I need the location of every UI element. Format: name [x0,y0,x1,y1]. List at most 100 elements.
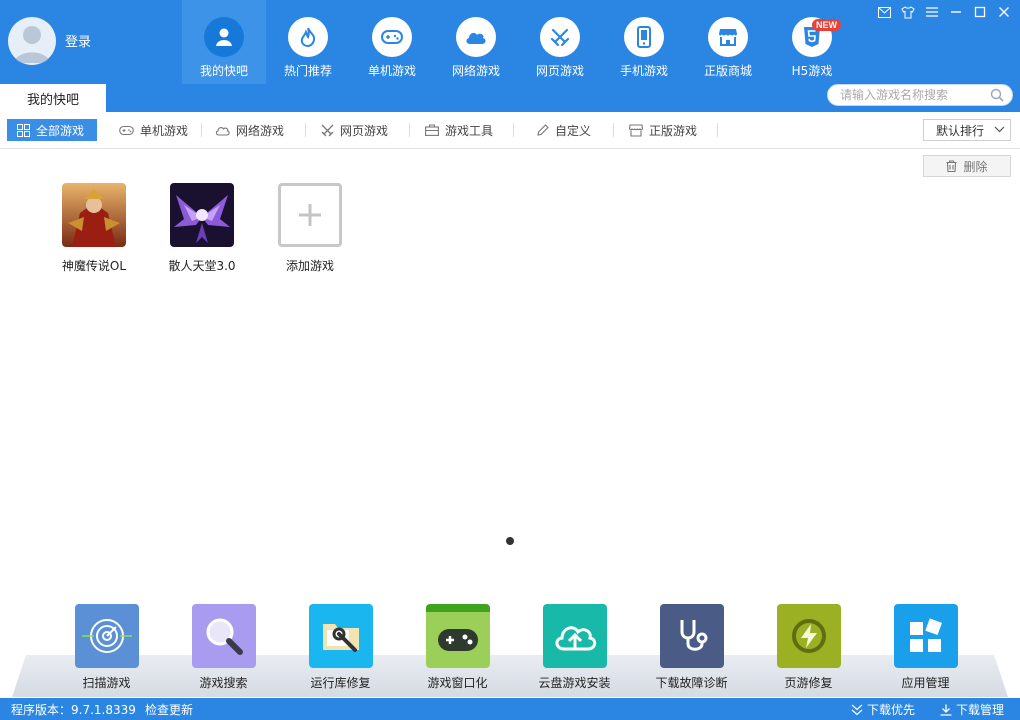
filter-licensed-games[interactable]: 正版游戏 [613,119,717,141]
add-game-item[interactable]: 添加游戏 [256,183,364,274]
tool-list: 扫描游戏 游戏搜索 运行库修复 游戏窗口化 云盘游戏安装 下载故障诊断 页游修复… [48,604,984,691]
filter-online-games[interactable]: 网络游戏 [201,119,305,141]
user-icon [204,17,244,57]
swords-icon [321,124,334,136]
magnifier-icon [191,604,256,668]
filter-label: 网页游戏 [340,123,389,138]
tool-label: 云盘游戏安装 [538,676,611,690]
filter-label: 单机游戏 [140,123,189,138]
radar-icon [74,604,139,668]
plus-icon [278,183,342,247]
tool-label: 页游修复 [784,676,833,690]
header: 登录 我的快吧 热门推荐 单机游戏 网络游戏 网页游戏 手机游戏 正版商城 NE… [0,0,1020,112]
tool-label: 游戏窗口化 [427,676,488,690]
minimize-icon[interactable] [948,4,964,20]
tool-label: 应用管理 [901,676,950,690]
tool-scan-games[interactable]: 扫描游戏 [48,604,165,691]
game-name: 散人天堂3.0 [168,259,236,273]
game-list: 神魔传说OL 散人天堂3.0 添加游戏 [40,183,364,274]
gamepad-icon [425,604,490,668]
nav-single-games[interactable]: 单机游戏 [350,0,434,84]
store-icon [708,17,748,57]
download-manager-button[interactable]: 下载管理 [940,701,1004,718]
game-thumbnail-warrior [62,183,126,247]
download-priority-button[interactable]: 下载优先 [851,701,915,718]
download-icon [940,704,952,716]
tool-app-manager[interactable]: 应用管理 [867,604,984,691]
nav-label: H5游戏 [791,64,833,78]
status-bar: 程序版本：9.7.1.8339 检查更新 下载优先 下载管理 [0,698,1020,720]
search-input[interactable] [840,85,990,105]
version-label: 程序版本：9.7.1.8339 [11,703,136,717]
cloud-icon [456,17,496,57]
maximize-icon[interactable] [972,4,988,20]
folder-wrench-icon [308,604,373,668]
nav-my-kuaiba[interactable]: 我的快吧 [182,0,266,84]
login-link[interactable]: 登录 [65,31,91,50]
sort-dropdown[interactable]: 默认排行 [923,119,1011,141]
stethoscope-icon [659,604,724,668]
menu-icon[interactable] [924,4,940,20]
filter-web-games[interactable]: 网页游戏 [305,119,409,141]
filter-label: 游戏工具 [445,123,494,138]
search-box [827,84,1013,106]
flame-icon [288,17,328,57]
tool-game-search[interactable]: 游戏搜索 [165,604,282,691]
tool-runtime-repair[interactable]: 运行库修复 [282,604,399,691]
tab-my-kuaiba[interactable]: 我的快吧 [0,84,106,112]
game-name: 神魔传说OL [61,259,127,273]
check-update-link[interactable]: 检查更新 [145,701,193,718]
nav-online-games[interactable]: 网络游戏 [434,0,518,84]
phone-icon [624,17,664,57]
close-icon[interactable] [996,4,1012,20]
page-indicator-dot[interactable] [506,537,514,545]
nav-mobile-games[interactable]: 手机游戏 [602,0,686,84]
filter-custom[interactable]: 自定义 [513,119,613,141]
filter-label: 全部游戏 [36,123,85,138]
nav-hot[interactable]: 热门推荐 [266,0,350,84]
store-icon [629,123,643,137]
search-icon[interactable] [990,88,1004,102]
tool-download-diagnosis[interactable]: 下载故障诊断 [633,604,750,691]
nav-web-games[interactable]: 网页游戏 [518,0,602,84]
gamepad-icon [119,125,134,135]
new-badge: NEW [812,19,841,31]
nav-h5-games[interactable]: NEW H5游戏 [770,0,854,84]
swords-icon [540,17,580,57]
download-priority-label: 下载优先 [867,703,916,717]
delete-label: 删除 [963,159,988,174]
tool-game-windowed[interactable]: 游戏窗口化 [399,604,516,691]
nav-store[interactable]: 正版商城 [686,0,770,84]
window-controls [876,4,1012,20]
cloud-upload-icon [542,604,607,668]
filter-bar: 全部游戏 单机游戏 网络游戏 网页游戏 游戏工具 自定义 正版游戏 默认排行 [0,112,1020,149]
filter-all-games[interactable]: 全部游戏 [7,119,97,141]
game-item[interactable]: 神魔传说OL [40,183,148,274]
tool-webgame-repair[interactable]: 页游修复 [750,604,867,691]
filter-label: 自定义 [555,123,592,138]
mail-icon[interactable] [876,4,892,20]
tool-cloud-install[interactable]: 云盘游戏安装 [516,604,633,691]
download-manager-label: 下载管理 [956,703,1005,717]
game-item[interactable]: 散人天堂3.0 [148,183,256,274]
nav-label: 正版商城 [703,64,752,78]
nav-label: 我的快吧 [199,64,248,78]
chevron-down-icon [994,126,1005,133]
main-nav: 我的快吧 热门推荐 单机游戏 网络游戏 网页游戏 手机游戏 正版商城 NEW H… [182,0,854,84]
skin-icon[interactable] [900,4,916,20]
add-game-label: 添加游戏 [285,259,334,273]
tool-label: 下载故障诊断 [655,676,728,690]
user-avatar-icon[interactable] [8,17,56,65]
tool-label: 运行库修复 [310,676,371,690]
filter-separator [717,119,727,141]
delete-button[interactable]: 删除 [923,155,1011,177]
cloud-icon [215,126,230,136]
trash-icon [946,160,957,172]
lightning-icon [776,604,841,668]
toolbox-icon [425,124,439,136]
nav-label: 单机游戏 [367,64,416,78]
filter-game-tools[interactable]: 游戏工具 [409,119,513,141]
double-chevron-down-icon [851,704,863,715]
filter-single-games[interactable]: 单机游戏 [97,119,201,141]
filter-label: 网络游戏 [236,123,285,138]
